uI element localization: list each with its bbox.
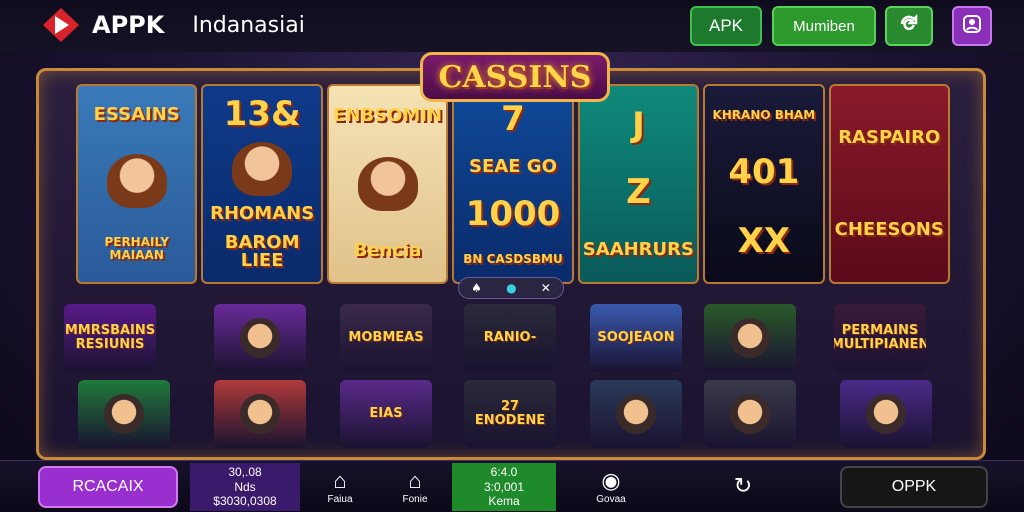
bottom-bar: RCACAIX 30,.08 Nds $3030,0308 ⌂ Faiua ⌂ … [0,460,1024,512]
game-tile-label: EIAS [369,406,403,422]
reel-symbol: SEAE GO [469,156,557,178]
game-grid: MMRSBAINS RESIUNIS MOBMEAS RANIO- SOOJEAON P… [64,300,964,450]
game-thumbnail-icon [866,394,906,434]
top-bar: APPK Indanasiai APK Mumiben [0,0,1024,52]
game-tile[interactable] [590,380,682,448]
game-tile-label: SOOJEAON [597,330,675,346]
winnings-line-3: Kema [488,494,520,509]
nav-chat[interactable]: ◉ Govaa [576,463,646,511]
reel-4: 7 SEAE GO 1000 BN CASDSBMU [452,84,574,284]
reel-strip: ESSAINS PERHAILY MAIAAN 13& RHOMANS BAROM LI… [76,84,950,284]
game-tile[interactable] [704,304,796,372]
game-tile[interactable]: RANIO- [464,304,556,372]
profile-button[interactable] [952,6,992,46]
nav-label: Govaa [596,493,626,505]
game-tile[interactable] [840,380,932,448]
game-tile[interactable]: EIAS [340,380,432,448]
game-thumbnail-icon [104,394,144,434]
reel-3: ENBSOMIN Bencia [326,84,449,284]
brand-logo-icon [40,6,82,44]
reel-symbol: 7 [501,99,525,140]
refresh-button[interactable] [885,6,933,46]
game-tile-label: MOBMEAS [348,330,424,346]
reel-symbol: BAROM LIEE [224,231,300,272]
reel-1: ESSAINS PERHAILY MAIAAN [76,84,198,284]
reel-symbol: RHOMANS [210,203,315,225]
game-tile[interactable] [214,304,306,372]
brand-subtitle: Indanasiai [192,12,305,38]
reel-symbol: PERHAILY MAIAAN [104,235,169,263]
reel-symbol: 1000 [465,194,561,235]
close-icon[interactable]: ✕ [541,281,551,295]
casino-title-sign: CASSINS [420,52,610,102]
game-tile[interactable]: PERMAINS MULTIPIANEN [834,304,926,372]
refresh-icon [897,12,921,41]
reel-5: J Z SAAHRURS [577,84,700,284]
carousel-pager[interactable]: ♠ ● ✕ [458,277,564,299]
oppk-button[interactable]: OPPK [840,466,988,508]
reel-symbol: CHEESONS [834,218,944,240]
reel-symbol: XX [737,220,791,261]
nav-settings[interactable]: ↻ [708,463,778,511]
character-portrait [357,156,418,211]
game-tile-label: RANIO- [483,330,537,346]
reel-symbol: 401 [728,151,800,192]
game-thumbnail-icon [730,318,770,358]
reel-symbol: BN CASDSBMU [463,252,563,267]
game-thumbnail-icon [730,394,770,434]
reel-symbol: RASPAIRO [838,126,941,148]
balance-line-3: $3030,0308 [213,494,277,509]
user-profile-icon [961,13,983,40]
house-icon: ⌂ [408,467,422,493]
game-tile-label: PERMAINS MULTIPIANEN [834,323,926,352]
winnings-line-1: 6:4.0 [490,465,518,480]
reel-symbol: ENBSOMIN [333,105,443,127]
winnings-line-2: 3:0,001 [483,479,525,494]
reel-symbol: Bencia [353,239,422,261]
game-tile[interactable]: MOBMEAS [340,304,432,372]
reel-symbol: ESSAINS [93,104,180,126]
balance-panel: 30,.08 Nds $3030,0308 [190,463,300,511]
nav-home[interactable]: ⌂ Faiua [305,463,375,511]
cash-button[interactable]: RCACAIX [38,466,178,508]
reel-2: 13& RHOMANS BAROM LIEE [201,84,323,284]
reel-7: RASPAIRO CHEESONS [828,84,950,284]
character-portrait [232,141,293,196]
game-tile[interactable]: MMRSBAINS RESIUNIS [64,304,156,372]
apk-button[interactable]: APK [690,6,762,46]
game-thumbnail-icon [240,394,280,434]
game-tile-label: MMRSBAINS RESIUNIS [64,323,156,352]
members-button[interactable]: Mumiben [772,6,876,46]
active-dot-icon[interactable]: ● [506,281,516,295]
game-tile[interactable]: SOOJEAON [590,304,682,372]
game-tile[interactable] [78,380,170,448]
game-thumbnail-icon [616,394,656,434]
reel-6: KHRANO BHAM 401 XX [703,84,825,284]
settings-icon: ↻ [733,473,753,498]
game-tile[interactable]: 27 ENODENE [464,380,556,448]
brand-name: APPK [92,11,165,39]
home-icon: ⌂ [333,467,347,493]
reel-symbol: J [632,104,645,145]
nav-house[interactable]: ⌂ Fonie [380,463,450,511]
spade-icon[interactable]: ♠ [471,281,482,295]
nav-label: Faiua [327,493,353,505]
balance-line-1: 30,.08 [228,465,262,480]
game-tile-label: 27 ENODENE [474,399,546,428]
game-thumbnail-icon [240,318,280,358]
game-tile[interactable] [214,380,306,448]
reel-symbol: 13& [223,93,301,134]
winnings-panel: 6:4.0 3:0,001 Kema [452,463,556,511]
reel-symbol: SAAHRURS [582,239,694,261]
reel-symbol: Z [626,171,651,212]
chat-icon: ◉ [601,467,621,493]
brand[interactable]: APPK Indanasiai [40,6,305,44]
game-tile[interactable] [704,380,796,448]
character-portrait [106,153,167,208]
nav-label: Fonie [402,493,428,505]
balance-line-2: Nds [234,479,256,494]
reel-symbol: KHRANO BHAM [712,107,816,122]
